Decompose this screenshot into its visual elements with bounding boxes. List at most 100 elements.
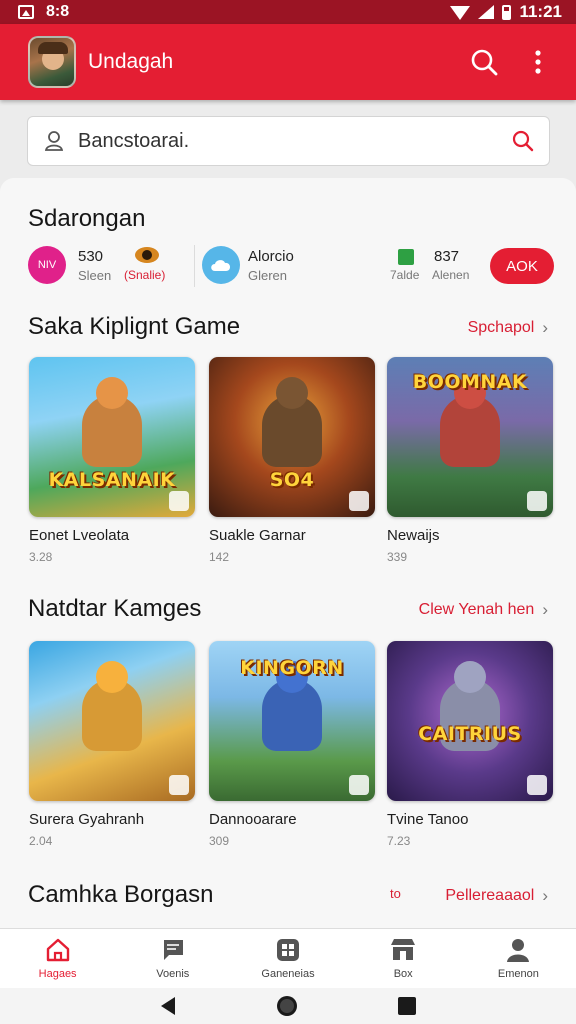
green-square-icon: [398, 249, 414, 265]
game-thumbnail: [29, 641, 195, 801]
section-title: Saka Kiplignt Game: [28, 313, 241, 340]
game-subtitle: 309: [209, 834, 230, 848]
app-bar: Undagah: [0, 24, 576, 100]
game-art-title: BOOMNAK: [412, 371, 528, 393]
stat-value: 837: [434, 248, 460, 265]
nav-item-profile[interactable]: Emenon: [461, 929, 576, 988]
game-card[interactable]: CAITRIUS Tvine Tanoo 7.23: [387, 641, 553, 848]
section-title: Camhka Borgasn: [28, 881, 214, 908]
nav-item-chat[interactable]: Voenis: [115, 929, 230, 988]
stat-label: Gleren: [248, 268, 288, 283]
chevron-right-icon: ›: [542, 886, 548, 905]
badge-icon: [169, 775, 189, 795]
game-thumbnail: CAITRIUS: [387, 641, 553, 801]
chevron-right-icon: ›: [542, 318, 548, 337]
home-circle-icon[interactable]: [275, 994, 299, 1018]
game-subtitle: 3.28: [29, 550, 53, 564]
game-title: Surera Gyahranh: [29, 811, 145, 828]
game-subtitle: 339: [387, 550, 408, 564]
stat-label: Alenen: [432, 268, 470, 282]
character-art: [440, 395, 500, 467]
game-title: Dannooarare: [209, 811, 297, 828]
extra-label: to: [390, 886, 401, 901]
see-all-label: Clew Yenah hen: [418, 601, 535, 618]
see-all-link[interactable]: Clew Yenah hen ›: [419, 600, 548, 620]
game-art-title: KALSANAIK: [48, 469, 176, 491]
game-title: Newaijs: [387, 527, 440, 544]
game-thumbnail: BOOMNAK: [387, 357, 553, 517]
character-avatar-icon[interactable]: [28, 36, 76, 88]
nav-item-home[interactable]: Hagaes: [0, 929, 115, 988]
game-art-title: SO4: [269, 469, 315, 491]
status-time: 11:21: [519, 2, 562, 21]
battery-icon: [502, 4, 512, 20]
game-thumbnail: KINGORN: [209, 641, 375, 801]
more-options-button[interactable]: [518, 42, 558, 82]
search-input[interactable]: Bancstoarai.: [27, 116, 550, 166]
character-art: [82, 395, 142, 467]
status-bar: 8:8 11:21: [0, 0, 576, 24]
search-icon[interactable]: [511, 129, 535, 153]
game-card[interactable]: KINGORN Dannooarare 309: [209, 641, 375, 848]
section-title: Natdtar Kamges: [28, 595, 202, 622]
game-title: Suakle Garnar: [209, 527, 306, 544]
search-button[interactable]: [464, 42, 504, 82]
back-icon[interactable]: [159, 996, 177, 1016]
app-title: Undagah: [88, 50, 174, 73]
stat-value: Alorcio: [248, 248, 294, 265]
game-title: Eonet Lveolata: [29, 527, 130, 544]
see-all-label: Pellereaaaol: [445, 887, 535, 904]
game-card[interactable]: KALSANAIK Eonet Lveolata 3.28: [29, 357, 195, 564]
game-subtitle: 2.04: [29, 834, 53, 848]
badge-icon: [169, 491, 189, 511]
signal-icon: [478, 5, 495, 19]
stat-value: 530: [78, 248, 104, 265]
nav-item-store[interactable]: Box: [346, 929, 461, 988]
nav-label: Emenon: [497, 968, 539, 980]
badge-icon: [527, 491, 547, 511]
see-all-link[interactable]: Pellereaaaol ›: [445, 886, 548, 906]
cloud-icon: [202, 246, 240, 284]
badge-icon: [349, 775, 369, 795]
chat-icon: [162, 940, 183, 960]
profile-icon: [507, 939, 530, 962]
game-subtitle: 7.23: [387, 834, 411, 848]
character-art: [262, 679, 322, 751]
character-art: [82, 679, 142, 751]
recents-icon[interactable]: [397, 996, 417, 1016]
user-icon: [44, 131, 64, 151]
status-left-text: 8:8: [46, 3, 70, 20]
character-art: [262, 395, 322, 467]
image-notification-icon: [18, 5, 34, 19]
more-vert-icon: [535, 50, 541, 74]
game-art-title: CAITRIUS: [418, 723, 522, 745]
stats-row: NIV 530 Sleen (Snalie) Alorcio Gleren 7a…: [28, 243, 554, 287]
games-grid-icon: [277, 939, 299, 961]
game-thumbnail: KALSANAIK: [29, 357, 195, 517]
see-all-link[interactable]: Spchapol ›: [468, 318, 548, 338]
home-icon: [46, 938, 69, 962]
wifi-icon: [450, 6, 471, 20]
nav-item-games[interactable]: Ganeneias: [230, 929, 345, 988]
game-art-title: KINGORN: [240, 657, 344, 679]
game-card[interactable]: Surera Gyahranh 2.04: [29, 641, 195, 848]
add-button[interactable]: AOK: [490, 248, 554, 284]
game-title: Tvine Tanoo: [387, 811, 469, 828]
stat-label: (Snalie): [124, 268, 166, 282]
search-icon: [471, 49, 498, 76]
nav-label: Box: [393, 968, 413, 980]
see-all-label: Spchapol: [467, 319, 535, 336]
search-placeholder: Bancstoarai.: [78, 129, 190, 152]
system-navigation: [0, 988, 576, 1024]
store-icon: [391, 939, 416, 960]
nav-label: Ganeneias: [261, 968, 315, 980]
level-badge: NIV: [28, 246, 66, 284]
game-subtitle: 142: [209, 550, 230, 564]
game-card[interactable]: SO4 Suakle Garnar 142: [209, 357, 375, 564]
nav-label: Hagaes: [38, 968, 77, 980]
nav-label: Voenis: [156, 968, 190, 980]
game-card[interactable]: BOOMNAK Newaijs 339: [387, 357, 553, 564]
badge-icon: [527, 775, 547, 795]
divider: [194, 245, 195, 287]
stat-label: 7alde: [390, 268, 420, 282]
